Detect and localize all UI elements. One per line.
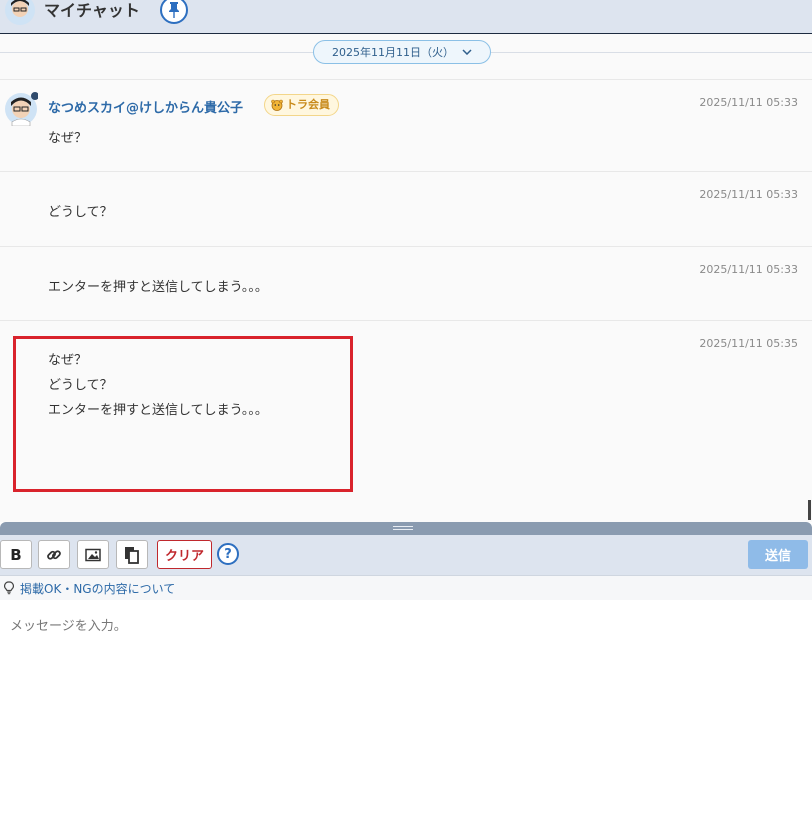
highlight-annotation xyxy=(13,336,353,492)
message-item: 2025/11/11 05:33 エンターを押すと送信してしまう。。。 xyxy=(0,246,812,321)
message-time: 2025/11/11 05:33 xyxy=(699,263,798,276)
guidelines-row: 掲載OK・NGの内容について xyxy=(0,576,812,600)
grip-line xyxy=(393,526,413,527)
date-filter-pill[interactable]: 2025年11月11日（火） xyxy=(313,40,491,64)
message-item: なつめスカイ@けしからん貴公子 トラ会員 2025/11/11 05:33 なぜ… xyxy=(0,79,812,172)
message-text: エンターを押すと送信してしまう。。。 xyxy=(48,280,268,295)
image-button[interactable] xyxy=(77,540,109,569)
member-badge: トラ会員 xyxy=(264,94,339,116)
clear-button[interactable]: クリア xyxy=(157,540,212,569)
chevron-down-icon xyxy=(462,49,472,55)
guidelines-link[interactable]: 掲載OK・NGの内容について xyxy=(20,580,175,597)
bold-button[interactable]: B xyxy=(0,540,32,569)
send-button[interactable]: 送信 xyxy=(748,540,808,569)
image-icon xyxy=(85,548,101,561)
help-button[interactable]: ? xyxy=(217,543,239,565)
message-list[interactable]: 2025年11月11日（火） なつめスカイ@けしからん貴公子 トラ会員 2025… xyxy=(0,34,812,522)
chat-title: マイチャット xyxy=(44,1,140,20)
copy-button[interactable] xyxy=(116,540,148,569)
message-text: なぜ？ xyxy=(48,131,88,146)
avatar-icon xyxy=(5,0,35,25)
message-text: どうして？ xyxy=(48,205,113,220)
link-icon xyxy=(47,549,61,560)
pin-button[interactable] xyxy=(160,0,188,24)
chat-header: マイチャット xyxy=(0,0,812,34)
badge-label: トラ会員 xyxy=(286,98,330,111)
message-time: 2025/11/11 05:35 xyxy=(699,337,798,350)
tiger-icon xyxy=(271,99,283,111)
resize-handle[interactable] xyxy=(0,522,812,535)
date-label: 2025年11月11日（火） xyxy=(332,46,454,59)
composer-toolbar: B クリア ? 送信 xyxy=(0,535,812,576)
message-item: 2025/11/11 05:33 どうして？ xyxy=(0,171,812,247)
pin-icon xyxy=(169,2,179,18)
copy-icon xyxy=(125,546,139,564)
link-button[interactable] xyxy=(38,540,70,569)
message-time: 2025/11/11 05:33 xyxy=(699,96,798,109)
message-time: 2025/11/11 05:33 xyxy=(699,188,798,201)
user-name[interactable]: なつめスカイ@けしからん貴公子 xyxy=(48,97,243,116)
user-avatar[interactable] xyxy=(4,92,38,126)
message-input[interactable] xyxy=(0,601,812,832)
scrollbar-thumb[interactable] xyxy=(808,500,811,520)
grip-line xyxy=(393,529,413,530)
lightbulb-icon xyxy=(4,581,14,595)
